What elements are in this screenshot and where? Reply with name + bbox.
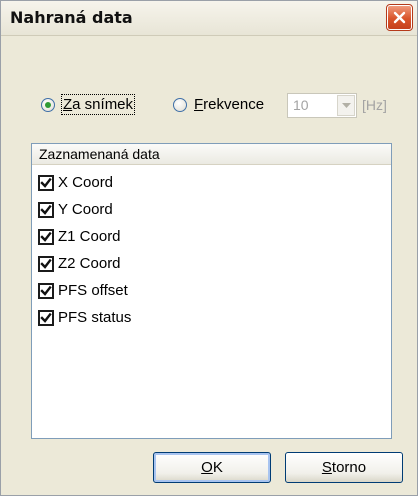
frequency-label-text: rekvence bbox=[203, 96, 265, 113]
cancel-label: torno bbox=[331, 459, 367, 476]
frequency-unit: [Hz] bbox=[362, 97, 387, 113]
item-checkbox[interactable] bbox=[38, 229, 54, 245]
checkmark-icon bbox=[40, 204, 52, 215]
cancel-button[interactable]: Storno bbox=[285, 452, 403, 483]
close-icon bbox=[393, 11, 406, 24]
title-bar[interactable]: Nahraná data bbox=[1, 1, 417, 36]
item-label: X Coord bbox=[58, 174, 114, 191]
checkmark-icon bbox=[40, 312, 52, 323]
checkmark-icon bbox=[40, 258, 52, 269]
item-checkbox[interactable] bbox=[38, 175, 54, 191]
item-checkbox[interactable] bbox=[38, 310, 54, 326]
item-checkbox[interactable] bbox=[38, 283, 54, 299]
list-item[interactable]: Z2 Coord bbox=[38, 255, 338, 283]
checkmark-icon bbox=[40, 177, 52, 188]
radio-selected-dot bbox=[45, 102, 51, 108]
item-label: PFS status bbox=[58, 309, 132, 326]
item-label: PFS offset bbox=[58, 282, 128, 299]
list-item[interactable]: Z1 Coord bbox=[38, 228, 338, 256]
chevron-down-icon bbox=[342, 103, 351, 108]
item-checkbox[interactable] bbox=[38, 202, 54, 218]
ok-button[interactable]: OK bbox=[153, 452, 271, 483]
list-item[interactable]: X Coord bbox=[38, 174, 338, 202]
frequency-dropdown-button[interactable] bbox=[337, 95, 355, 116]
item-label: Z1 Coord bbox=[58, 228, 121, 245]
frequency-label-mnemonic: F bbox=[194, 96, 204, 113]
recorded-data-list[interactable]: Zaznamenaná data X Coord Y Coord Z1 Coord Z… bbox=[31, 143, 392, 439]
close-button[interactable] bbox=[386, 4, 413, 31]
ok-mnemonic: O bbox=[201, 459, 213, 476]
item-checkbox[interactable] bbox=[38, 256, 54, 272]
checkmark-icon bbox=[40, 231, 52, 242]
per-frame-label[interactable]: Za snímek bbox=[60, 94, 136, 115]
per-frame-radio[interactable] bbox=[41, 98, 55, 112]
ok-label: K bbox=[212, 459, 223, 476]
cancel-mnemonic: S bbox=[321, 459, 332, 476]
frequency-label[interactable]: Frekvence bbox=[194, 96, 264, 113]
window-title: Nahraná data bbox=[10, 8, 133, 27]
item-label: Z2 Coord bbox=[58, 255, 121, 272]
list-items: X Coord Y Coord Z1 Coord Z2 Coord PFS offset… bbox=[38, 174, 338, 337]
item-label: Y Coord bbox=[58, 201, 113, 218]
list-item[interactable]: Y Coord bbox=[38, 201, 338, 229]
list-header-label: Zaznamenaná data bbox=[39, 146, 160, 162]
list-item[interactable]: PFS status bbox=[38, 309, 338, 337]
per-frame-label-text: a snímek bbox=[72, 96, 134, 113]
checkmark-icon bbox=[40, 285, 52, 296]
frequency-select[interactable]: 10 bbox=[287, 93, 357, 118]
frequency-radio[interactable] bbox=[173, 98, 187, 112]
frequency-value: 10 bbox=[293, 97, 309, 113]
list-column-header[interactable]: Zaznamenaná data bbox=[32, 144, 391, 165]
list-item[interactable]: PFS offset bbox=[38, 282, 338, 310]
per-frame-label-mnemonic: Z bbox=[63, 96, 73, 113]
recorded-data-dialog: Nahraná data Za snímek Frekvence 10 [Hz]… bbox=[0, 0, 418, 496]
